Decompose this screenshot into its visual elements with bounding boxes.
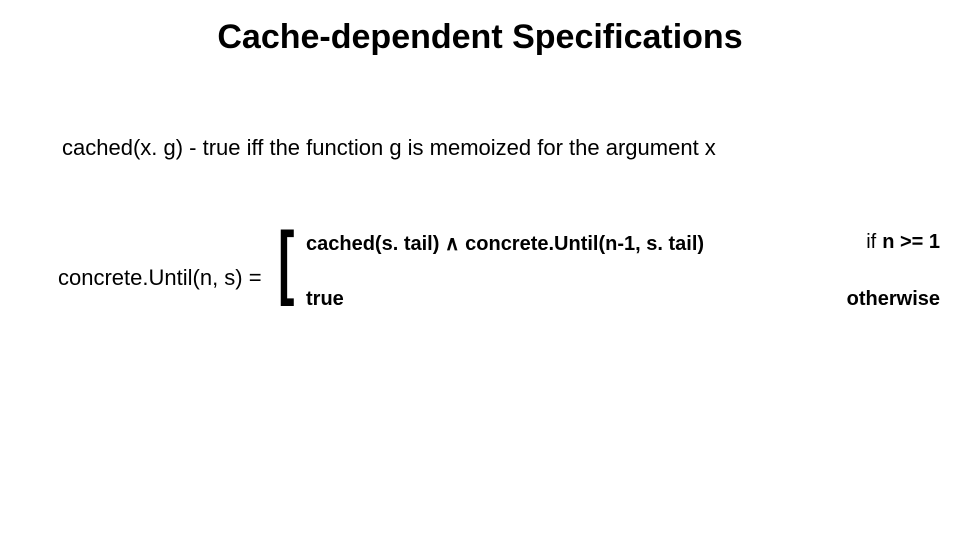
cached-definition: cached(x. g) - true iff the function g i… <box>62 135 716 161</box>
piecewise-bracket: [ <box>278 221 294 303</box>
case1-expression: cached(s. tail) ∧ concrete.Until(n-1, s.… <box>306 231 704 256</box>
case1-condition: if n >= 1 <box>866 231 940 254</box>
case2-condition: otherwise <box>847 288 940 311</box>
slide-title: Cache-dependent Specifications <box>0 18 960 57</box>
equation-lhs: concrete.Until(n, s) = <box>58 265 262 291</box>
case1-condition-text: n >= 1 <box>882 231 940 253</box>
if-keyword: if <box>866 231 876 253</box>
case2-expression: true <box>306 288 344 311</box>
slide: Cache-dependent Specifications cached(x.… <box>0 0 960 540</box>
